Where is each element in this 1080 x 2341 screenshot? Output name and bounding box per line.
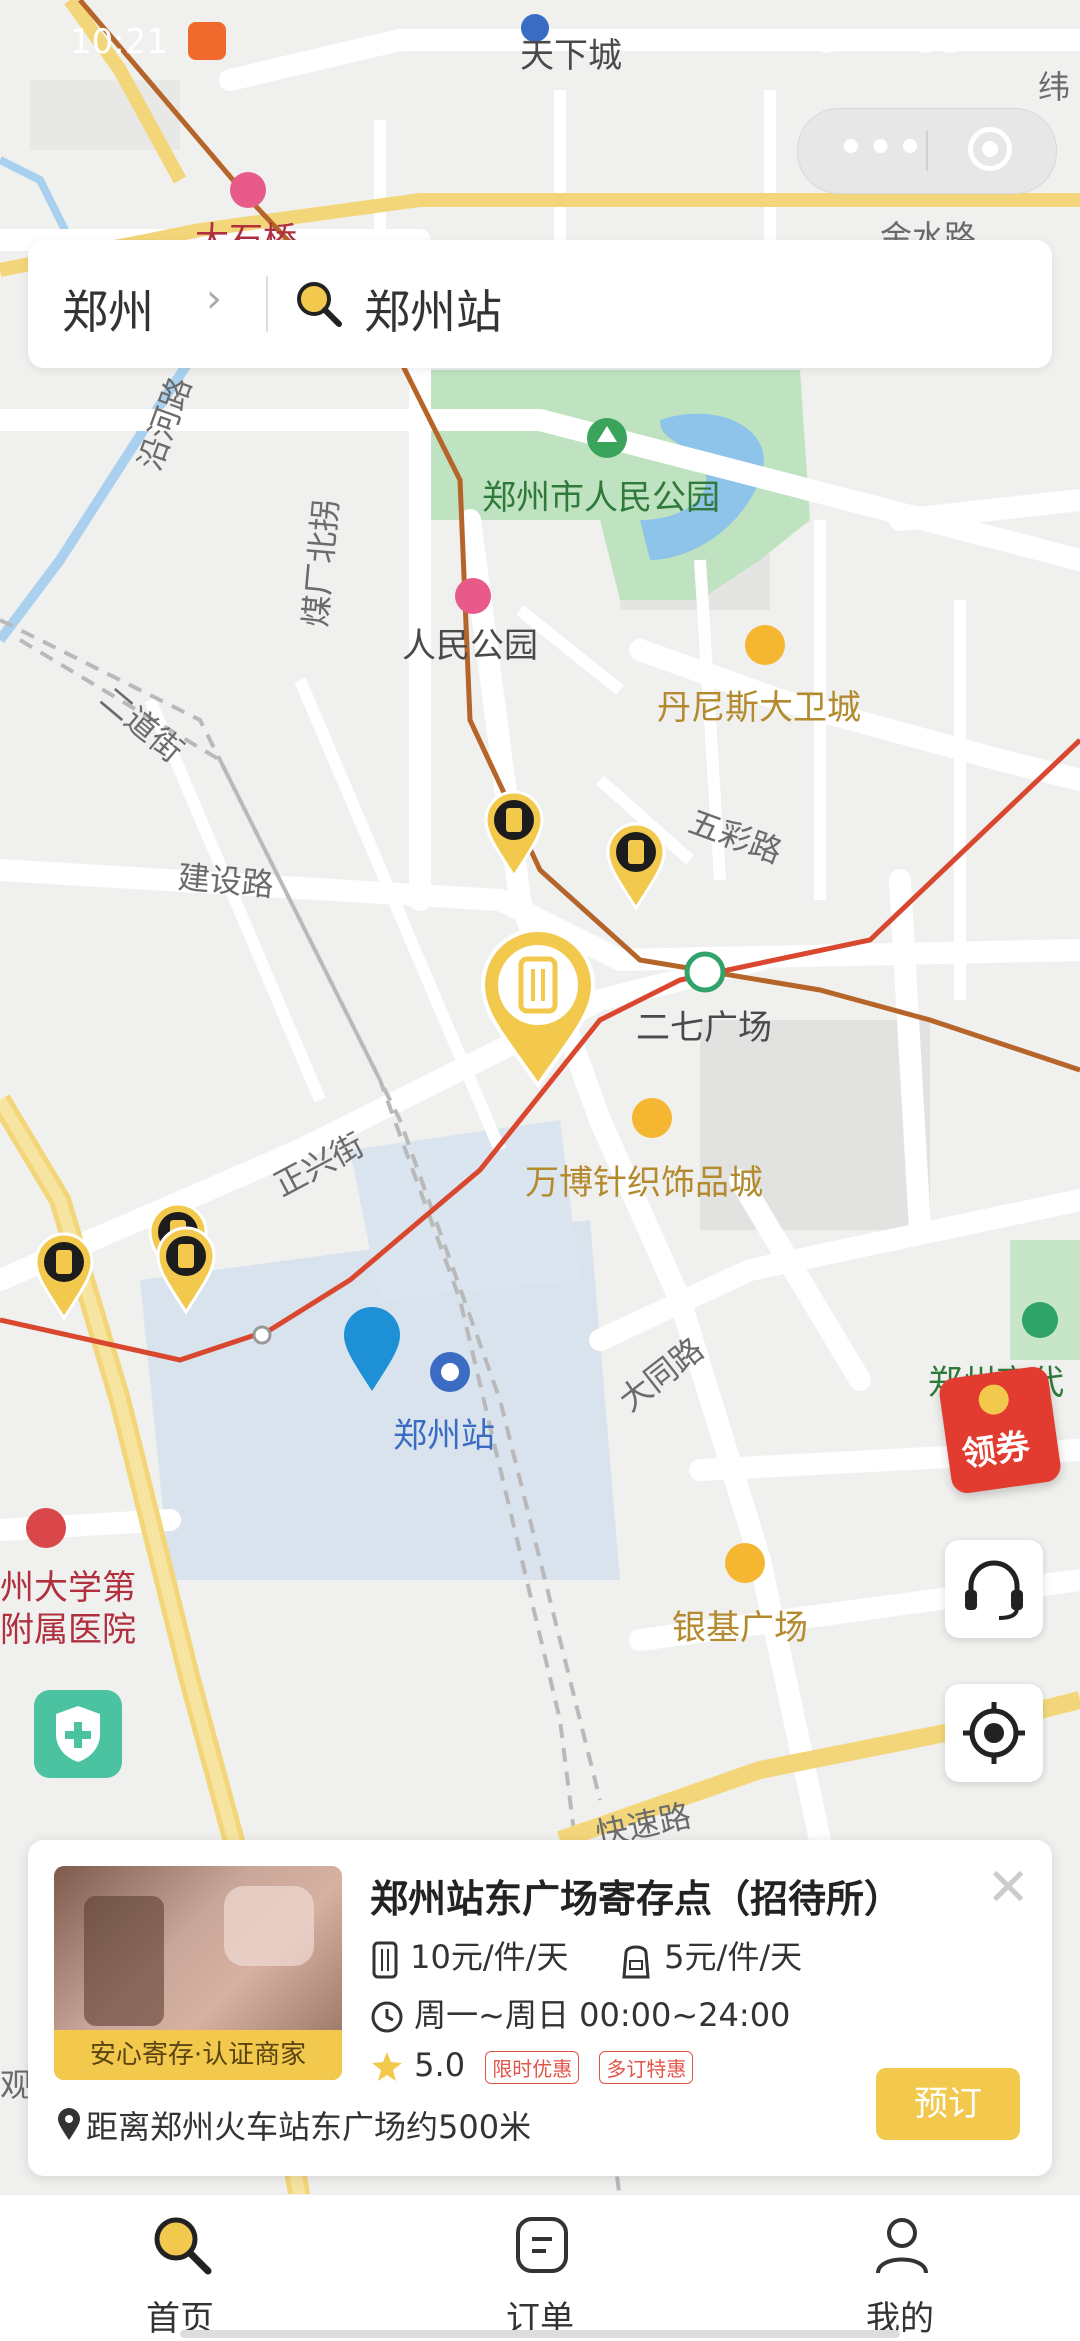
safety-shield-button[interactable] xyxy=(34,1690,122,1778)
search-icon xyxy=(297,282,342,327)
user-icon xyxy=(876,2218,928,2274)
clock-icon xyxy=(371,2001,403,2033)
customer-service-button[interactable] xyxy=(945,1540,1043,1638)
headset-icon xyxy=(965,1560,1023,1620)
rating-value: 5.0 xyxy=(414,2046,466,2084)
distance-text: 距离郑州火车站东广场约500米 xyxy=(86,2108,532,2146)
order-list-icon xyxy=(516,2217,568,2273)
luggage-price-row: 10元/件/天 xyxy=(370,1932,568,1981)
bottom-tab-bar: 首页 订单 我的 xyxy=(0,2194,1080,2341)
map-label-wanbo: 万博针织饰品城 xyxy=(525,1163,763,1203)
storage-location-card[interactable]: 安心寄存·认证商家 郑州站东广场寄存点（招待所） ✕ 10元/件/天 5元/件/… xyxy=(28,1840,1052,2176)
tab-profile[interactable]: 我的 xyxy=(800,2195,1000,2341)
suitcase-icon xyxy=(372,1941,398,1979)
shield-icon xyxy=(56,1706,100,1762)
city-selector[interactable]: 郑州 xyxy=(62,276,154,342)
rating-row: 5.0 限时优惠 多订特惠 xyxy=(370,2046,694,2084)
photo-blur-shape xyxy=(84,1896,164,2026)
map-label-erqi-square: 二七广场 xyxy=(636,1008,772,1048)
storage-pin-3[interactable] xyxy=(32,1232,96,1322)
opening-hours: 周一~周日 00:00~24:00 xyxy=(414,1996,791,2034)
map-label-yinji: 银基广场 xyxy=(672,1608,808,1648)
close-miniprogram-icon[interactable] xyxy=(968,127,1012,171)
locate-icon xyxy=(963,1702,1025,1764)
status-bar: 10:21 ◉ ◠ ▮▮ ▭ xyxy=(0,0,1080,90)
storage-pin-2[interactable] xyxy=(604,822,668,912)
star-icon xyxy=(372,2052,402,2081)
map-label-hospital2: 附属医院 xyxy=(0,1610,136,1650)
storage-pin-selected[interactable] xyxy=(475,925,601,1091)
coupon-label: 领券 xyxy=(959,1426,1033,1476)
bag-price-row: 5元/件/天 xyxy=(618,1932,802,1981)
tab-orders[interactable]: 订单 xyxy=(440,2195,640,2341)
notification-app-icon xyxy=(188,22,226,60)
book-button[interactable]: 预订 xyxy=(876,2068,1020,2140)
map-label-zhengzhou-station: 郑州站 xyxy=(393,1416,495,1456)
location-pin-icon xyxy=(58,2108,80,2140)
status-time: 10:21 xyxy=(70,22,168,62)
status-icons: ◉ ◠ ▮▮ ▭ xyxy=(813,22,1020,57)
map-label-dennis: 丹尼斯大卫城 xyxy=(657,688,861,728)
miniprogram-capsule: ••• xyxy=(797,108,1057,194)
bag-price: 5元/件/天 xyxy=(664,1938,803,1976)
tab-home[interactable]: 首页 xyxy=(80,2195,280,2341)
locate-button[interactable] xyxy=(945,1684,1043,1782)
more-menu-icon[interactable]: ••• xyxy=(838,125,927,171)
search-bar: 郑州 › 郑州站 xyxy=(28,240,1052,368)
map-label-zhengzhou-park: 郑州市人民公园 xyxy=(482,478,720,518)
metro-icon xyxy=(455,578,491,614)
search-input[interactable]: 郑州站 xyxy=(364,276,502,342)
map-label-jiansheli: 建设路 xyxy=(176,857,276,905)
search-divider xyxy=(266,276,268,332)
backpack-icon xyxy=(622,1945,650,1979)
home-indicator xyxy=(180,2330,900,2338)
close-card-icon[interactable]: ✕ xyxy=(986,1862,1030,1914)
verified-badge: 安心寄存·认证商家 xyxy=(54,2030,342,2080)
hours-row: 周一~周日 00:00~24:00 xyxy=(370,1990,790,2036)
coin-icon xyxy=(976,1382,1011,1417)
photo-blur-shape xyxy=(224,1886,314,1966)
capsule-divider xyxy=(926,131,928,171)
storage-pin-1[interactable] xyxy=(482,790,546,880)
storage-pin-5[interactable] xyxy=(154,1226,218,1316)
map-label-renmin-park: 人民公园 xyxy=(402,626,538,666)
luggage-price: 10元/件/天 xyxy=(410,1938,569,1976)
chevron-right-icon[interactable]: › xyxy=(206,276,222,322)
coupon-button[interactable]: 领券 xyxy=(937,1364,1063,1496)
promo-tag-multi: 多订特惠 xyxy=(599,2050,694,2084)
home-search-icon xyxy=(154,2217,212,2275)
store-title: 郑州站东广场寄存点（招待所） xyxy=(370,1877,903,1921)
location-marker-icon xyxy=(344,1307,400,1391)
promo-tag-limited: 限时优惠 xyxy=(485,2050,580,2084)
